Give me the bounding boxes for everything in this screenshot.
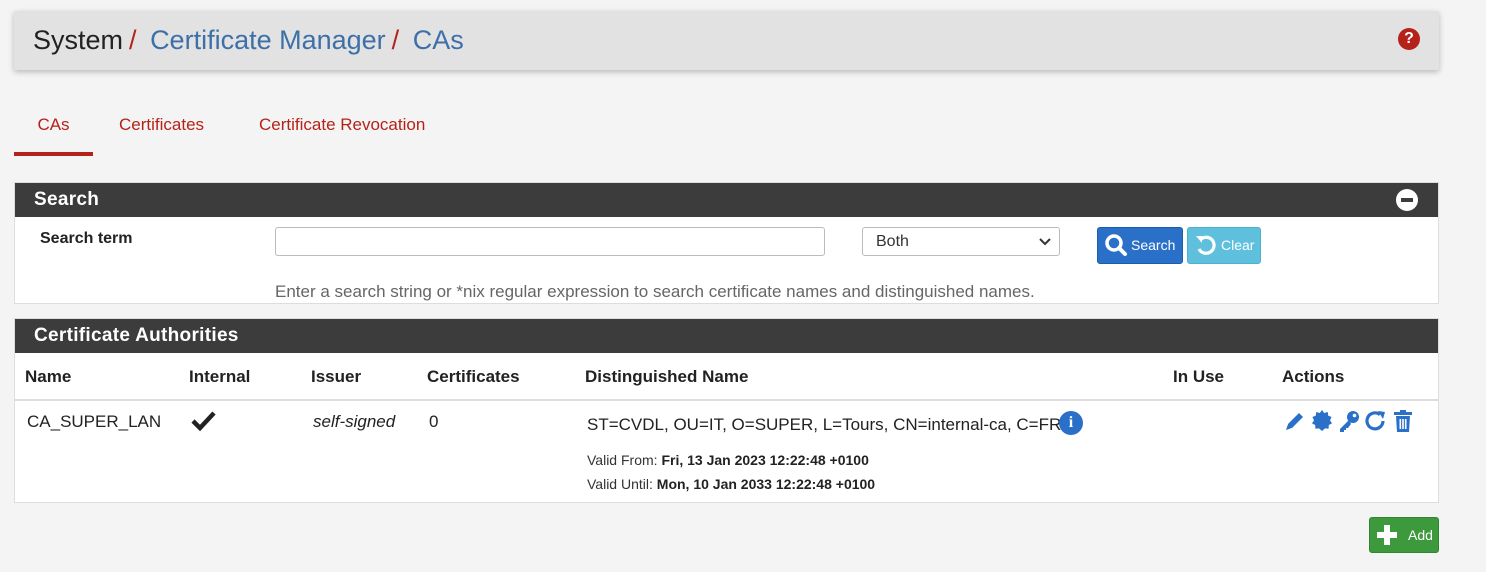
column-header-name: Name [25, 367, 72, 386]
check-icon [191, 410, 217, 432]
column-header-internal: Internal [189, 367, 251, 386]
search-scope-select[interactable]: Both [862, 227, 1060, 256]
search-term-label: Search term [40, 230, 133, 247]
breadcrumb-system: System [33, 25, 124, 55]
search-button-label: Search [1131, 237, 1176, 253]
clear-button[interactable]: Clear [1187, 227, 1261, 264]
search-icon [1104, 232, 1128, 258]
tab-cas[interactable]: CAs [14, 110, 93, 156]
tab-certificates[interactable]: Certificates [119, 110, 204, 156]
valid-until-label: Valid Until: [587, 476, 653, 492]
ca-name: CA_SUPER_LAN [27, 412, 162, 431]
valid-from-label: Valid From: [587, 452, 658, 468]
key-icon[interactable] [1337, 409, 1361, 433]
ca-panel: Certificate Authorities Name Internal Is… [14, 318, 1439, 503]
search-panel-title: Search [15, 183, 1438, 217]
search-panel: Search Search term Both Search Clear Ent… [14, 182, 1439, 304]
undo-icon [1194, 232, 1218, 258]
breadcrumb-certificate-manager[interactable]: Certificate Manager [150, 25, 386, 55]
table-header-divider [15, 399, 1438, 401]
minus-circle-icon[interactable] [1396, 189, 1418, 211]
search-input[interactable] [275, 227, 825, 256]
add-button-label: Add [1408, 527, 1433, 543]
pencil-icon[interactable] [1283, 409, 1307, 433]
column-header-certificates: Certificates [427, 367, 520, 386]
valid-until-value: Mon, 10 Jan 2033 12:22:48 +0100 [656, 476, 876, 492]
help-icon[interactable]: ? [1398, 28, 1420, 50]
ca-valid-until: Valid Until: Mon, 10 Jan 2033 12:22:48 +… [587, 476, 875, 492]
column-header-in-use: In Use [1173, 367, 1225, 386]
clear-button-label: Clear [1221, 237, 1255, 253]
valid-from-value: Fri, 13 Jan 2023 12:22:48 +0100 [661, 452, 869, 468]
ca-distinguished-name: ST=CVDL, OU=IT, O=SUPER, L=Tours, CN=int… [587, 415, 1062, 434]
trash-icon[interactable] [1391, 409, 1415, 433]
column-header-issuer: Issuer [311, 367, 362, 386]
breadcrumb-separator: / [391, 25, 400, 55]
tab-certificate-revocation[interactable]: Certificate Revocation [259, 110, 425, 156]
add-ca-button[interactable]: Add [1369, 517, 1439, 553]
plus-icon [1376, 524, 1398, 546]
breadcrumb-separator: / [129, 25, 137, 55]
column-header-distinguished-name: Distinguished Name [585, 367, 749, 386]
search-scope-value: Both [876, 233, 909, 250]
ca-issuer: self-signed [313, 412, 396, 431]
breadcrumb: System / Certificate Manager / CAs [33, 25, 464, 55]
certificate-icon[interactable] [1310, 409, 1334, 433]
ca-certificates-count: 0 [429, 412, 439, 431]
refresh-icon[interactable] [1364, 409, 1388, 433]
search-hint: Enter a search string or *nix regular ex… [275, 282, 1035, 301]
chevron-down-icon [1039, 228, 1051, 265]
page-header: System / Certificate Manager / CAs ? [14, 11, 1439, 70]
ca-panel-heading: Certificate Authorities [34, 325, 239, 346]
breadcrumb-cas[interactable]: CAs [413, 25, 464, 55]
ca-panel-title: Certificate Authorities [15, 319, 1438, 353]
search-panel-heading: Search [34, 189, 100, 210]
column-header-actions: Actions [1282, 367, 1345, 386]
info-circle-icon[interactable]: i [1059, 411, 1083, 435]
search-button[interactable]: Search [1097, 227, 1183, 264]
ca-valid-from: Valid From: Fri, 13 Jan 2023 12:22:48 +0… [587, 452, 869, 468]
